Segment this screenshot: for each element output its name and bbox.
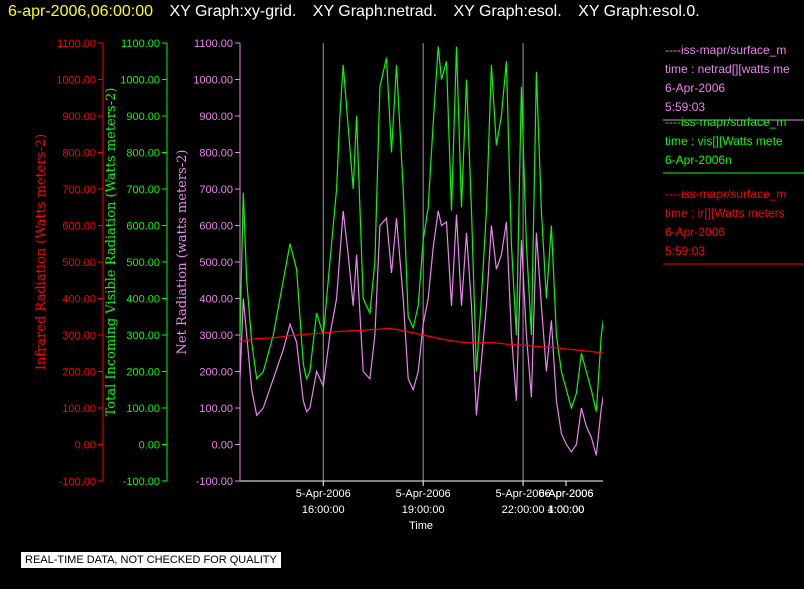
y-tick-label-2-2: 100.00 bbox=[199, 403, 233, 415]
legend-0-line-3: 5:59:03 bbox=[665, 100, 705, 114]
legend-2-line-2: 6-Apr-2006 bbox=[665, 225, 725, 239]
y-tick-label-2-12: 1100.00 bbox=[194, 38, 233, 50]
y-tick-label-0-5: 400.00 bbox=[62, 294, 96, 306]
y-tick-label-2-3: 200.00 bbox=[199, 367, 233, 379]
legend-0-line-1: time : netrad[][watts me bbox=[665, 62, 790, 76]
y-tick-label-1-9: 800.00 bbox=[126, 148, 160, 160]
grid-layer bbox=[322, 43, 524, 481]
y-tick-label-2-10: 900.00 bbox=[199, 111, 233, 123]
y-tick-label-1-0: -100.00 bbox=[123, 476, 160, 488]
y-tick-label-1-10: 900.00 bbox=[126, 111, 160, 123]
y-tick-label-1-4: 300.00 bbox=[126, 330, 160, 342]
y-axis-title-1: Total Incoming Visible Radiation (Watts … bbox=[104, 88, 119, 417]
y-tick-label-0-4: 300.00 bbox=[62, 330, 96, 342]
x-tick-label-4-date: 6-Apr-2006 bbox=[538, 488, 593, 500]
legend-1-line-2: 6-Apr-2006n bbox=[665, 153, 732, 167]
x-tick-label-1-time: 19:00:00 bbox=[402, 504, 445, 516]
y-tick-label-1-11: 1000.00 bbox=[120, 75, 160, 87]
y-tick-label-2-5: 400.00 bbox=[199, 294, 233, 306]
y-tick-label-2-11: 1000.00 bbox=[193, 75, 233, 87]
y-tick-label-0-11: 1000.00 bbox=[56, 75, 96, 87]
legend-1-line-1: time : vis[][Watts mete bbox=[665, 134, 783, 148]
y-tick-label-0-2: 100.00 bbox=[62, 403, 96, 415]
y-tick-label-1-7: 600.00 bbox=[126, 221, 160, 233]
y-tick-label-1-8: 700.00 bbox=[126, 184, 160, 196]
y-tick-label-0-12: 1100.00 bbox=[57, 38, 96, 50]
y-tick-label-2-7: 600.00 bbox=[199, 221, 233, 233]
y-tick-label-2-8: 700.00 bbox=[199, 184, 233, 196]
y-tick-label-1-3: 200.00 bbox=[126, 367, 160, 379]
y-tick-label-1-12: 1100.00 bbox=[121, 38, 160, 50]
y-tick-label-2-9: 800.00 bbox=[199, 148, 233, 160]
x-tick-label-4-time: 4:00:00 bbox=[548, 504, 585, 516]
y-tick-label-2-0: -100.00 bbox=[196, 476, 233, 488]
y-tick-label-2-6: 500.00 bbox=[199, 257, 233, 269]
x-tick-label-2-time: 22:00:00 bbox=[502, 504, 545, 516]
y-tick-label-2-1: 0.00 bbox=[212, 440, 233, 452]
y-tick-label-1-6: 500.00 bbox=[126, 257, 160, 269]
y-tick-label-0-8: 700.00 bbox=[62, 184, 96, 196]
y-tick-label-0-6: 500.00 bbox=[62, 257, 96, 269]
legend-1-line-0: ----iss-mapr/surface_m bbox=[665, 115, 786, 129]
legend-2-line-3: 5:59:03 bbox=[665, 244, 705, 258]
legend-0-line-2: 6-Apr-2006 bbox=[665, 81, 725, 95]
y-tick-label-0-0: -100.00 bbox=[59, 476, 96, 488]
y-tick-label-1-2: 100.00 bbox=[126, 403, 160, 415]
y-tick-label-0-1: 0.00 bbox=[75, 440, 96, 452]
series-line-2 bbox=[240, 327, 603, 354]
y-axis-title-0: Infrared Radiation (Watts meters-2) bbox=[34, 134, 49, 370]
x-tick-label-1-date: 5-Apr-2006 bbox=[396, 488, 451, 500]
chart: 5-Apr-200616:00:005-Apr-200619:00:005-Ap… bbox=[34, 38, 804, 532]
legend-0-line-0: ----iss-mapr/surface_m bbox=[665, 43, 786, 57]
y-tick-label-1-5: 400.00 bbox=[126, 294, 160, 306]
quality-notice: REAL-TIME DATA, NOT CHECKED FOR QUALITY bbox=[20, 551, 282, 569]
y-axis-title-2: Net Radiation (watts meters-2) bbox=[175, 150, 190, 355]
x-tick-label-0-time: 16:00:00 bbox=[302, 504, 345, 516]
y-tick-label-0-10: 900.00 bbox=[62, 111, 96, 123]
y-tick-label-0-9: 800.00 bbox=[62, 148, 96, 160]
y-tick-label-0-7: 600.00 bbox=[62, 221, 96, 233]
x-axis-label: Time bbox=[409, 520, 433, 532]
y-tick-label-2-4: 300.00 bbox=[199, 330, 233, 342]
x-tick-label-0-date: 5-Apr-2006 bbox=[296, 488, 351, 500]
y-tick-label-1-1: 0.00 bbox=[139, 440, 160, 452]
y-tick-label-0-3: 200.00 bbox=[62, 367, 96, 379]
legend-2-line-1: time : ir[][Watts meters bbox=[665, 206, 785, 220]
legend-layer: ----iss-mapr/surface_mtime : netrad[][wa… bbox=[663, 43, 804, 265]
legend-2-line-0: ----iss-mapr/surface_m bbox=[665, 187, 786, 201]
